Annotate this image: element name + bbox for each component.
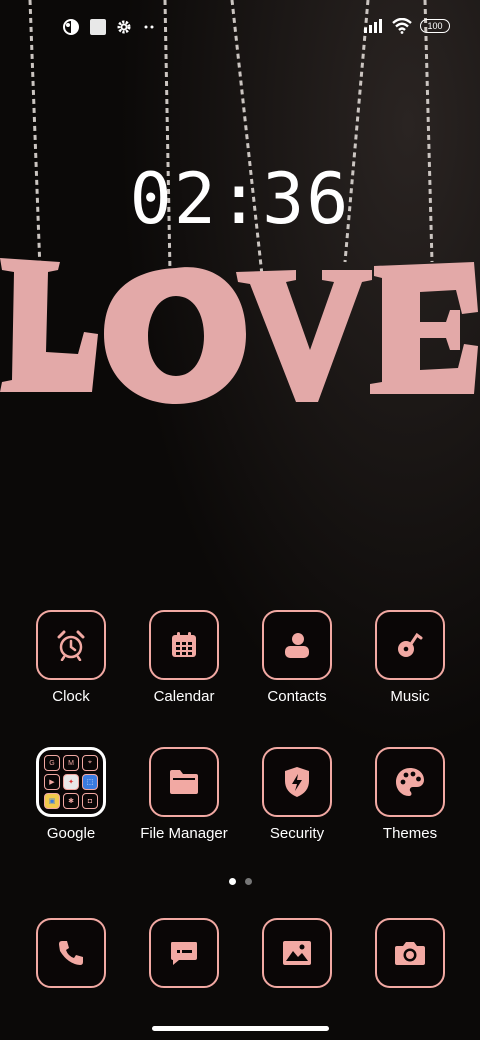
alarm-clock-icon <box>57 630 85 661</box>
status-bar: 100 <box>0 0 480 56</box>
folder-app-mini: G <box>44 755 60 771</box>
contacts-icon <box>285 633 309 658</box>
app-calendar[interactable]: Calendar <box>124 610 244 705</box>
app-music[interactable]: Music <box>350 610 470 705</box>
app-icon-frame[interactable] <box>36 610 106 680</box>
app-icon-frame[interactable] <box>149 918 219 988</box>
app-icon-frame[interactable] <box>36 918 106 988</box>
dock-phone[interactable] <box>11 918 131 988</box>
app-label: Contacts <box>267 688 327 705</box>
page-dot-active[interactable] <box>228 878 236 885</box>
calendar-icon <box>172 632 196 657</box>
app-icon-frame[interactable] <box>262 747 332 817</box>
page-dot[interactable] <box>244 878 252 885</box>
lock-clock[interactable]: 02:36 <box>0 158 480 240</box>
music-note-icon <box>398 632 423 657</box>
app-icon-frame[interactable] <box>375 747 445 817</box>
app-icon-frame[interactable] <box>262 610 332 680</box>
dock-camera[interactable] <box>350 918 470 988</box>
app-icon-frame[interactable] <box>149 747 219 817</box>
app-themes[interactable]: Themes <box>350 747 470 842</box>
wifi-icon <box>392 18 412 34</box>
status-right-icons: 100 <box>364 18 450 34</box>
app-contacts[interactable]: Contacts <box>237 610 357 705</box>
dock-messages[interactable] <box>124 918 244 988</box>
app-security[interactable]: Security <box>237 747 357 842</box>
settings-gear-icon <box>117 20 131 34</box>
folder-icon <box>170 770 198 794</box>
app-file-manager[interactable]: File Manager <box>124 747 244 842</box>
folder-app-mini: ⬚ <box>82 774 98 790</box>
folder-app-mini: ▣ <box>44 793 60 809</box>
folder-app-mini: ✱ <box>63 793 79 809</box>
shield-icon <box>285 767 309 797</box>
app-label: File Manager <box>140 825 228 842</box>
signal-icon <box>364 19 382 33</box>
folder-app-mini: ◘ <box>82 793 98 809</box>
folder-app-mini: M <box>63 755 79 771</box>
app-clock[interactable]: Clock <box>11 610 131 705</box>
notification-square-icon <box>90 19 106 35</box>
app-icon-frame[interactable] <box>262 918 332 988</box>
gallery-icon <box>283 941 311 965</box>
app-icon-frame[interactable] <box>375 918 445 988</box>
app-label: Google <box>46 825 96 842</box>
status-left-icons <box>62 18 156 36</box>
folder-app-mini: ▶ <box>44 774 60 790</box>
page-indicator <box>0 878 480 885</box>
more-dots-icon <box>144 25 154 29</box>
battery-icon: 100 <box>420 19 450 33</box>
app-label: Calendar <box>153 688 215 705</box>
app-google-folder[interactable]: G M ⌖ ▶ ✦ ⬚ ▣ ✱ ◘ Google <box>11 747 131 842</box>
app-icon-frame[interactable] <box>375 610 445 680</box>
battery-level: 100 <box>427 20 443 31</box>
camera-icon <box>395 942 425 965</box>
dock-gallery[interactable] <box>237 918 357 988</box>
message-icon <box>171 942 197 965</box>
phone-icon <box>59 941 83 965</box>
notification-app-icon <box>63 19 79 35</box>
app-label: Music <box>390 688 430 705</box>
palette-icon <box>396 768 424 796</box>
app-label: Themes <box>382 825 438 842</box>
app-label: Clock <box>52 688 90 705</box>
google-folder-icon[interactable]: G M ⌖ ▶ ✦ ⬚ ▣ ✱ ◘ <box>36 747 106 817</box>
folder-app-mini: ✦ <box>63 774 79 790</box>
app-label: Security <box>269 825 325 842</box>
folder-app-mini: ⌖ <box>82 755 98 771</box>
app-icon-frame[interactable] <box>149 610 219 680</box>
gesture-navigation-bar[interactable] <box>152 1026 329 1031</box>
